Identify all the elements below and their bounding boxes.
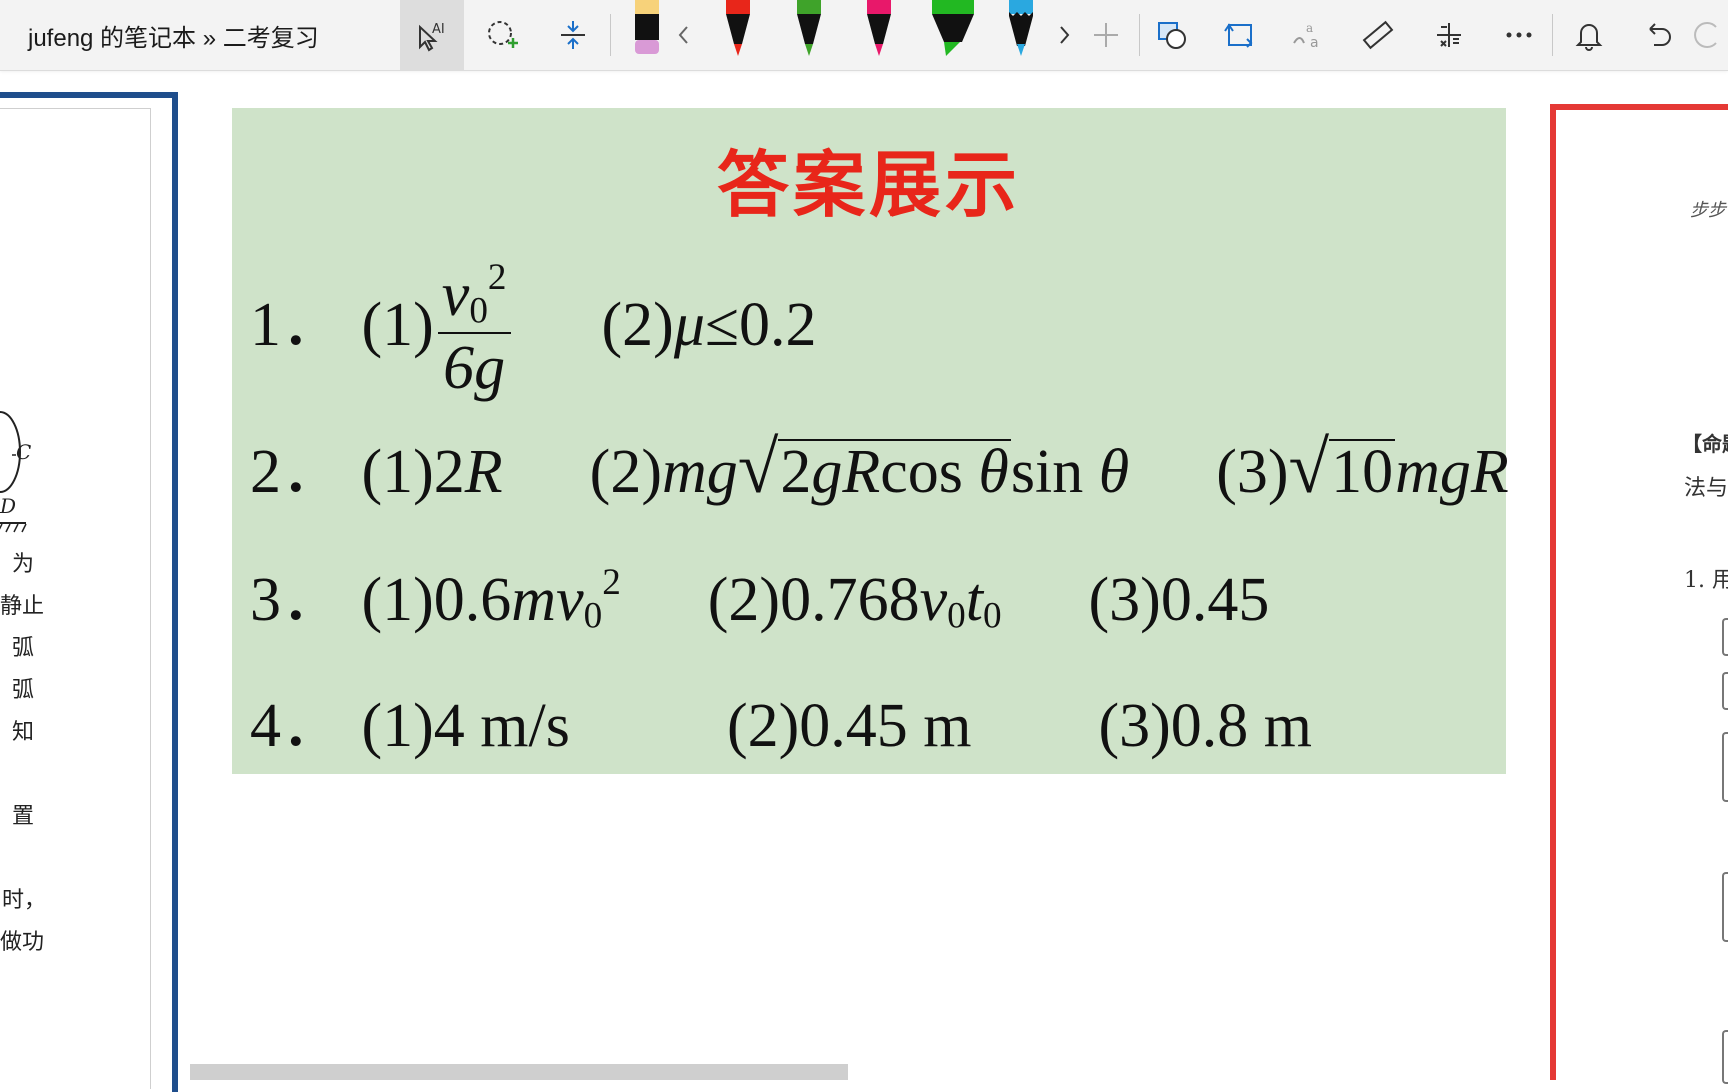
- answer-row: 3． (1)0.6mv02 (2)0.768v0t0 (3)0.45: [250, 548, 1269, 638]
- embedded-image[interactable]: [190, 1064, 848, 1080]
- highlighter-green-icon[interactable]: [928, 0, 978, 70]
- checkbox[interactable]: [1722, 672, 1728, 710]
- answer-number: 2．: [250, 438, 344, 506]
- answer-part: (3)0.45: [1088, 566, 1270, 634]
- left-page-text: 做功: [0, 930, 45, 955]
- svg-text:a: a: [1310, 35, 1319, 51]
- answer-part: (2): [589, 438, 662, 506]
- left-page-text: 置: [12, 804, 35, 829]
- left-page-text: C: [16, 440, 32, 464]
- left-page-text: 知: [12, 720, 35, 745]
- answer-part: μ: [673, 290, 705, 359]
- breadcrumb[interactable]: jufeng 的笔记本 » 二考复习: [28, 18, 319, 53]
- left-page-border: [0, 92, 178, 98]
- answer-part: (1)0.6: [361, 566, 512, 634]
- answer-number: 4．: [250, 692, 344, 760]
- left-diagram: [0, 411, 27, 533]
- lasso-select-icon[interactable]: [470, 0, 534, 70]
- answer-part: v: [919, 566, 948, 634]
- toolbar-separator: [1552, 14, 1553, 56]
- answer-part: (3): [1216, 438, 1289, 506]
- ribbon-toolbar: jufeng 的笔记本 » 二考复习 AI aa: [0, 0, 1728, 71]
- checkbox[interactable]: [1722, 732, 1728, 802]
- pencil-blue-icon[interactable]: [1001, 0, 1041, 70]
- answer-number: 3．: [250, 566, 344, 634]
- right-page-border: [1550, 104, 1556, 1080]
- answer-part: mg: [661, 438, 738, 506]
- answer-part: θ: [1098, 438, 1130, 506]
- sqrt-expression: 2gRcos θ: [778, 438, 1011, 506]
- answer-part: (2): [601, 290, 674, 359]
- answer-part: sin: [1010, 438, 1099, 506]
- pen-red-icon[interactable]: [718, 0, 758, 70]
- toolbar-separator: [610, 14, 611, 56]
- math-icon[interactable]: [1417, 0, 1481, 70]
- checkbox[interactable]: [1722, 618, 1728, 656]
- svg-text:a: a: [1306, 21, 1313, 35]
- notification-bell-icon[interactable]: [1557, 0, 1621, 70]
- left-page-border: [172, 92, 178, 1092]
- left-page-text: 弧: [12, 678, 35, 703]
- answer-part: (2)0.45 m: [727, 692, 972, 760]
- left-page-text: D: [0, 494, 17, 518]
- add-space-icon[interactable]: [541, 0, 605, 70]
- checkbox[interactable]: [1722, 1030, 1728, 1084]
- redo-icon[interactable]: [1690, 0, 1728, 70]
- svg-text:AI: AI: [432, 22, 445, 37]
- fraction: v02 6g: [437, 257, 511, 403]
- right-page-text: 【命题: [1682, 432, 1728, 456]
- answer-number: 1．: [250, 290, 344, 359]
- answer-part: (1)4 m/s: [361, 692, 570, 760]
- answer-title: 答案展示: [716, 142, 1021, 227]
- left-page-text: 静止: [0, 594, 45, 619]
- answer-part: ≤0.2: [704, 290, 817, 359]
- subscript: 0: [982, 595, 1002, 637]
- checkbox[interactable]: [1722, 872, 1728, 942]
- answer-part: (1)2: [361, 438, 465, 506]
- subscript: 0: [583, 595, 603, 637]
- select-text-icon[interactable]: AI: [400, 0, 464, 70]
- left-page-text: 为: [12, 552, 35, 577]
- right-page-text: 步步: [1690, 200, 1726, 221]
- superscript: 2: [602, 561, 621, 603]
- ink-to-shape-icon[interactable]: [1140, 0, 1204, 70]
- pen-green-icon[interactable]: [789, 0, 829, 70]
- answer-part: (1): [361, 290, 434, 359]
- scroll-left-icon[interactable]: [660, 0, 708, 70]
- add-pen-icon[interactable]: [1074, 0, 1138, 70]
- left-page-text: 弧: [12, 636, 35, 661]
- right-page-border: [1550, 104, 1728, 110]
- answer-part: R: [464, 438, 503, 506]
- answer-part: (2)0.768: [707, 566, 920, 634]
- pen-pink-icon[interactable]: [859, 0, 899, 70]
- answer-part: mgR: [1395, 438, 1509, 506]
- subscript: 0: [947, 595, 966, 637]
- undo-icon[interactable]: [1626, 0, 1690, 70]
- left-page-text: 时，: [2, 888, 47, 913]
- answer-part: (3)0.8 m: [1098, 692, 1313, 760]
- answer-row: 2． (1)2R (2)mg√2gRcos θsin θ (3)√10mgR: [250, 420, 1509, 511]
- answer-panel[interactable]: 答案展示 1． (1) v02 6g (2)μ≤0.2 2． (1)2R (2)mg…: [232, 108, 1509, 774]
- answer-row: 4． (1)4 m/s (2)0.45 m (3)0.8 m: [250, 674, 1312, 764]
- right-page-text: 1. 用: [1684, 568, 1728, 593]
- sqrt-expression: 10: [1329, 438, 1396, 506]
- more-icon[interactable]: [1487, 0, 1551, 70]
- answer-part: mv: [511, 566, 584, 634]
- ink-to-math-icon[interactable]: aa: [1276, 0, 1340, 70]
- ruler-icon[interactable]: [1346, 0, 1410, 70]
- answer-part: t: [965, 566, 983, 634]
- right-page-text: 法与: [1684, 476, 1728, 501]
- answer-row: 1． (1) v02 6g (2)μ≤0.2: [250, 257, 817, 403]
- ink-replay-icon[interactable]: [1207, 0, 1271, 70]
